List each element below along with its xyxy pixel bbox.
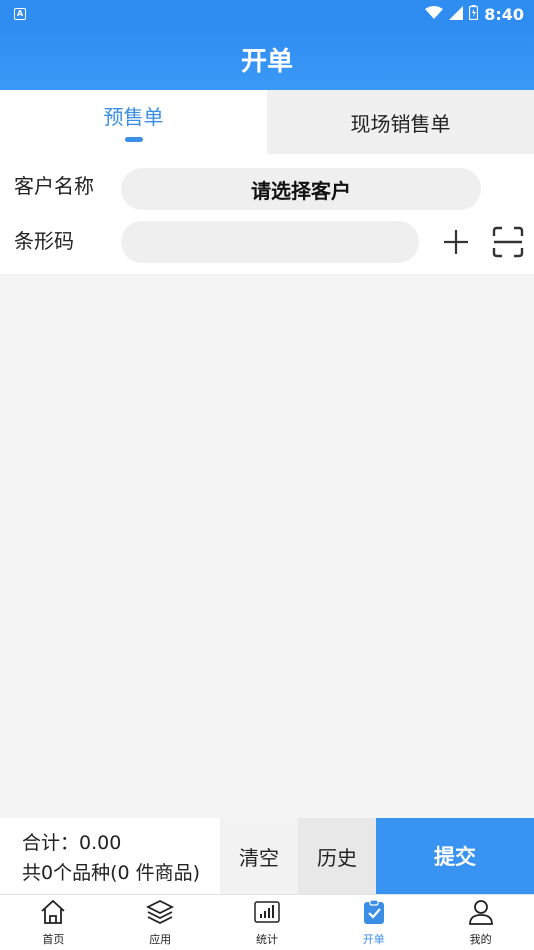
status-bar: A 8:40	[0, 0, 534, 28]
clear-button[interactable]: 清空	[220, 818, 298, 894]
submit-button[interactable]: 提交	[376, 818, 534, 894]
nav-item-home[interactable]: 首页	[0, 895, 107, 950]
tab-onsite-sale-label: 现场销售单	[350, 111, 451, 136]
nav-label-order: 开单	[362, 933, 385, 946]
battery-icon	[469, 4, 479, 24]
wifi-icon	[425, 5, 444, 24]
nav-item-stats[interactable]: 统计	[214, 895, 321, 950]
tab-onsite-sale[interactable]: 现场销售单	[267, 90, 534, 154]
scan-icon[interactable]	[490, 224, 526, 260]
tab-presale-label: 预售单	[103, 104, 164, 129]
user-icon	[467, 898, 495, 929]
nav-label-home: 首页	[42, 933, 65, 946]
bottom-nav: 首页 应用 统计 开单 我的	[0, 894, 534, 950]
nav-item-order[interactable]: 开单	[320, 895, 427, 950]
home-icon	[39, 898, 67, 929]
tab-active-indicator	[124, 137, 143, 142]
nav-label-apps: 应用	[149, 933, 172, 946]
customer-label: 客户名称	[14, 174, 94, 198]
nav-label-profile: 我的	[469, 933, 492, 946]
status-icons: 8:40	[425, 4, 524, 24]
order-total: 合计：0.00	[22, 832, 122, 854]
app-badge: A	[14, 8, 26, 20]
customer-row: 客户名称 请选择客户	[0, 162, 534, 216]
order-summary: 合计：0.00 共0个品种(0 件商品)	[0, 818, 220, 894]
clipboard-check-icon	[360, 898, 388, 929]
layers-icon	[146, 898, 175, 929]
page-header: 开单	[0, 28, 534, 90]
select-customer-button[interactable]: 请选择客户	[121, 168, 481, 210]
stats-icon	[253, 898, 281, 929]
nav-item-apps[interactable]: 应用	[107, 895, 214, 950]
barcode-input[interactable]	[121, 221, 419, 263]
history-button[interactable]: 历史	[298, 818, 376, 894]
nav-label-stats: 统计	[255, 933, 278, 946]
add-icon[interactable]	[438, 224, 474, 260]
order-item-count: 共0个品种(0 件商品)	[22, 862, 201, 884]
tab-presale[interactable]: 预售单	[0, 90, 267, 154]
page-title: 开单	[240, 46, 293, 77]
order-form: 客户名称 请选择客户 条形码	[0, 154, 534, 274]
product-list-area	[0, 274, 534, 818]
order-type-tabs: 预售单 现场销售单	[0, 90, 534, 154]
barcode-row: 条形码	[0, 215, 534, 269]
signal-icon	[449, 5, 464, 24]
status-time: 8:40	[484, 4, 524, 24]
nav-item-profile[interactable]: 我的	[427, 895, 534, 950]
order-footer: 合计：0.00 共0个品种(0 件商品) 清空 历史 提交	[0, 818, 534, 894]
barcode-label: 条形码	[14, 229, 74, 253]
